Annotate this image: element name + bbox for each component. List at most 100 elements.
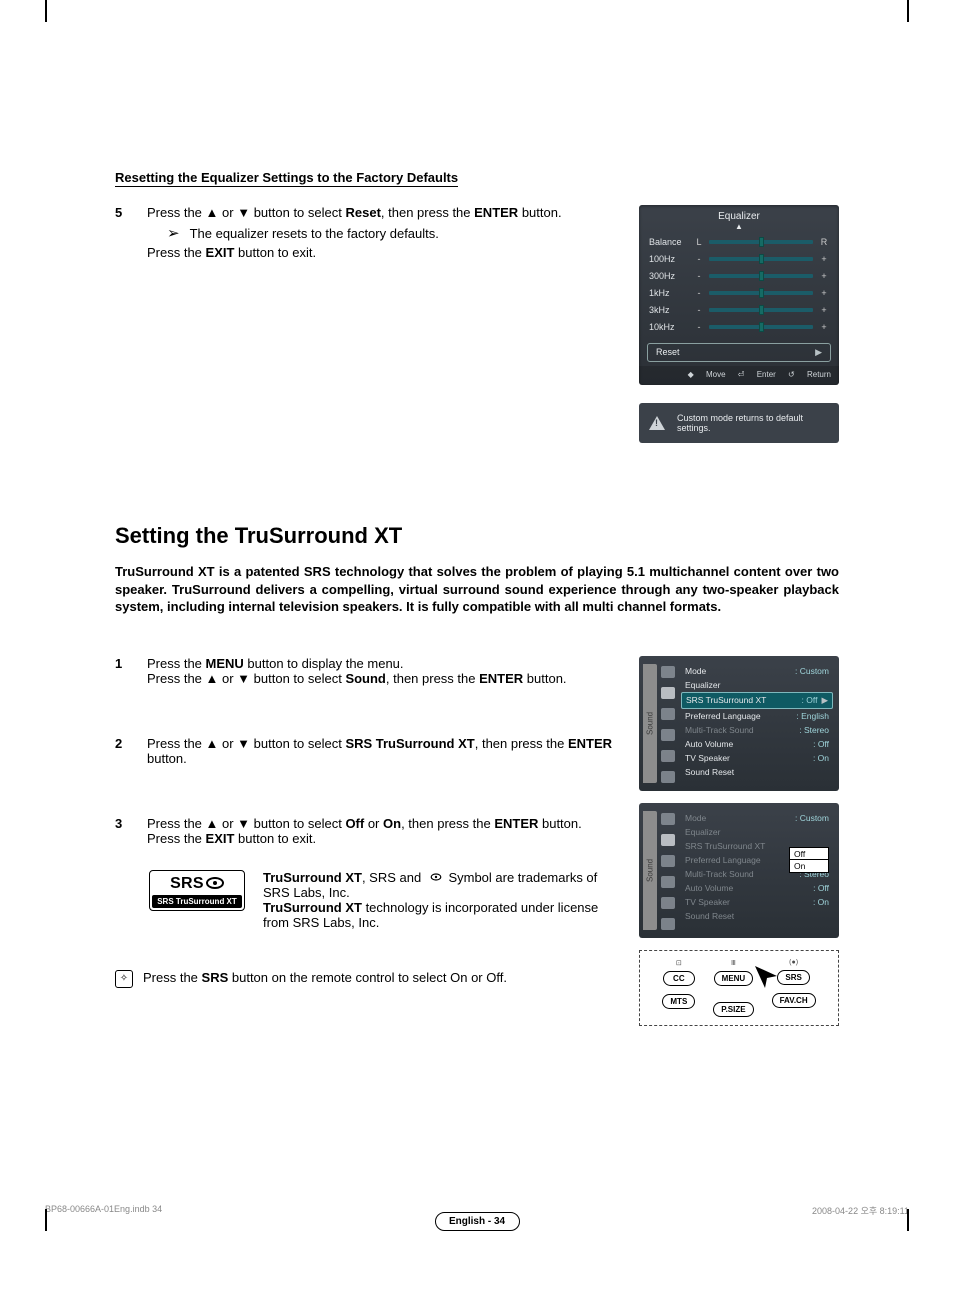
t: SRS TruSurround XT	[152, 895, 242, 908]
eq-label: 1kHz	[649, 288, 689, 298]
srs-hint-icon: (●)	[789, 959, 798, 966]
up-icon: ▲	[206, 205, 219, 220]
srs-symbol-icon	[206, 877, 224, 889]
menu-key: Multi-Track Sound	[685, 869, 754, 879]
t: Reset	[345, 205, 380, 220]
menu-key: Mode	[685, 666, 706, 676]
t: ENTER	[568, 736, 612, 751]
menu-row: Mode : Custom	[681, 664, 833, 678]
step-text: Press the ▲ or ▼ button to select Reset,…	[147, 205, 617, 260]
eq-slider[interactable]	[709, 240, 813, 244]
eq-slider[interactable]	[709, 274, 813, 278]
t: Enter	[757, 370, 776, 379]
eq-slider[interactable]	[709, 291, 813, 295]
psize-button[interactable]: P.SIZE	[713, 1002, 753, 1017]
t: ENTER	[479, 671, 523, 686]
eq-thumb[interactable]	[759, 237, 764, 247]
tip-text: Press the SRS button on the remote contr…	[143, 970, 507, 988]
t: button.	[518, 205, 561, 220]
menu-tab: Sound	[643, 664, 657, 783]
footer-right: 2008-04-22 오후 8:19:11	[812, 1204, 909, 1217]
menu-value: : Custom	[795, 813, 829, 823]
eq-thumb[interactable]	[759, 271, 764, 281]
srs-dropdown[interactable]: Off On	[789, 847, 829, 873]
t: Return	[807, 370, 831, 379]
t: , then press the	[386, 671, 479, 686]
cc-hint-icon: ⊡	[676, 959, 682, 967]
eq-row[interactable]: 100Hz - +	[649, 254, 829, 264]
eq-left-label: L	[695, 237, 703, 247]
menu-row: Multi-Track Sound: Stereo	[681, 723, 833, 737]
t: MENU	[722, 974, 746, 983]
intro-text: TruSurround XT is a patented SRS technol…	[115, 563, 839, 616]
menu-key: SRS TruSurround XT	[686, 695, 766, 706]
t: button to display the menu.	[244, 656, 404, 671]
t: Press the	[147, 245, 206, 260]
t: button.	[538, 816, 581, 831]
menu-key: Equalizer	[685, 680, 720, 690]
eq-thumb[interactable]	[759, 288, 764, 298]
srs-trademark-text: TruSurround XT, SRS and Symbol are trade…	[263, 870, 617, 930]
eq-slider[interactable]	[709, 325, 813, 329]
t: or	[218, 205, 237, 220]
menu-key: Preferred Language	[685, 855, 761, 865]
menu-button[interactable]: MENU	[714, 971, 754, 986]
eq-label: 300Hz	[649, 271, 689, 281]
reset-row[interactable]: Reset ▶	[647, 343, 831, 362]
sound-menu-2: Sound Mode: CustomEqualizerSRS TruSurrou…	[639, 803, 839, 938]
menu-row: Sound Reset	[681, 909, 833, 923]
eq-row[interactable]: 3kHz - +	[649, 305, 829, 315]
eq-row[interactable]: Balance L R	[649, 237, 829, 247]
sound-menu-1: Sound Mode : Custom Equalizer SRS TruSurrou…	[639, 656, 839, 791]
menu-row: Sound Reset	[681, 765, 833, 779]
menu-value: : On	[813, 753, 829, 763]
t: button to exit.	[234, 831, 316, 846]
t: , then press the	[381, 205, 474, 220]
eq-right-label: +	[819, 254, 829, 264]
eq-left-label: -	[695, 254, 703, 264]
eq-label: Balance	[649, 237, 689, 247]
remote-tip-icon: ✧	[115, 970, 133, 988]
eq-row[interactable]: 10kHz - +	[649, 322, 829, 332]
eq-label: 3kHz	[649, 305, 689, 315]
option-on[interactable]: On	[789, 859, 829, 873]
t: Press the	[147, 205, 206, 220]
setup-icon	[661, 729, 675, 741]
menu-row: Preferred Language: English	[681, 709, 833, 723]
eq-slider[interactable]	[709, 257, 813, 261]
application-icon	[661, 771, 675, 783]
menu-row[interactable]: SRS TruSurround XT: Off▶	[681, 692, 833, 709]
crop-mark	[907, 1209, 909, 1231]
menu-icons	[657, 807, 679, 934]
menu-icons	[657, 660, 679, 787]
eq-thumb[interactable]	[759, 322, 764, 332]
menu-row: Auto Volume: Off	[681, 737, 833, 751]
menu-key: Equalizer	[685, 827, 720, 837]
cc-button[interactable]: CC	[663, 971, 695, 986]
t: Move	[706, 370, 726, 379]
eq-thumb[interactable]	[759, 305, 764, 315]
eq-row[interactable]: 300Hz - +	[649, 271, 829, 281]
mts-button[interactable]: MTS	[662, 994, 695, 1009]
footer-left: BP68-00666A-01Eng.indb 34	[45, 1204, 162, 1217]
menu-key: Sound Reset	[685, 767, 734, 777]
eq-row[interactable]: 1kHz - +	[649, 288, 829, 298]
step-text: Press the ▲ or ▼ button to select Off or…	[147, 816, 617, 846]
eq-thumb[interactable]	[759, 254, 764, 264]
t: button on the remote control to select O…	[228, 970, 507, 985]
favch-button[interactable]: FAV.CH	[772, 993, 816, 1008]
menu-value: : On	[813, 897, 829, 907]
t: On	[383, 816, 401, 831]
menu-row: TV Speaker: On	[681, 895, 833, 909]
t: Sound	[345, 671, 385, 686]
menu-value: : Custom	[795, 666, 829, 676]
srs-button[interactable]: SRS	[777, 970, 809, 985]
menu-key: TV Speaker	[685, 753, 730, 763]
reset-label: Reset	[656, 347, 680, 358]
t: , SRS and	[362, 870, 425, 885]
t: Press the	[147, 831, 206, 846]
eq-slider[interactable]	[709, 308, 813, 312]
step-number: 2	[115, 736, 129, 766]
t: SRS	[202, 970, 229, 985]
sub-text: The equalizer resets to the factory defa…	[190, 226, 439, 241]
